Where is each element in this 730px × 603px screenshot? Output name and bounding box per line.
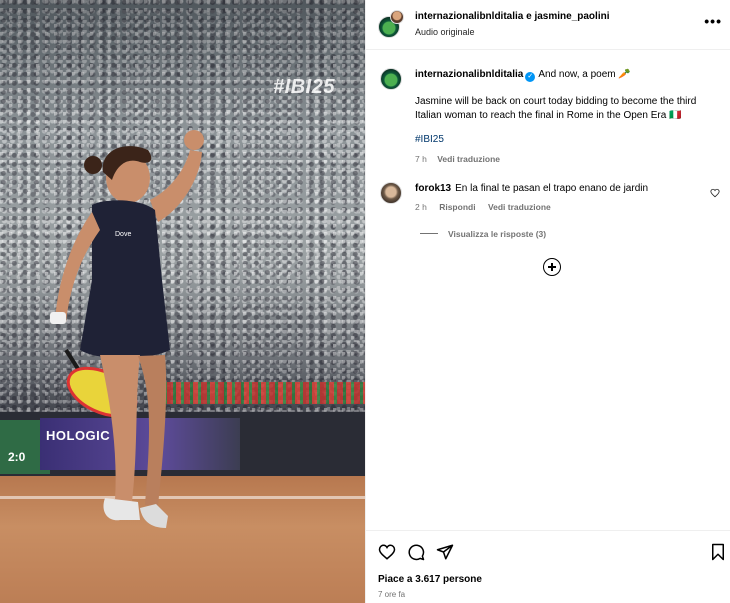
- caption-body: Jasmine will be back on court today bidd…: [415, 96, 697, 121]
- caption-line: internazionalibnlditalia ✓ And now, a poem…: [415, 69, 631, 82]
- likes-count[interactable]: Piace a 3.617 persone: [378, 574, 482, 585]
- more-options-icon[interactable]: •••: [704, 13, 722, 29]
- comment-text: En la final te pasan el trapo enano de j…: [455, 183, 649, 194]
- commenter-avatar[interactable]: [380, 182, 402, 204]
- comment-like-heart-icon[interactable]: [710, 188, 720, 198]
- media-hashtag-overlay: #IBI25: [273, 76, 335, 98]
- comment-username[interactable]: forok13: [415, 183, 451, 194]
- comment-translate-button[interactable]: Vedi traduzione: [488, 202, 551, 212]
- caption-meta: 7 h Vedi traduzione: [415, 154, 508, 164]
- comment-line: forok13 En la final te pasan el trapo ena…: [415, 183, 648, 194]
- comment-meta: 2 h Rispondi Vedi traduzione: [415, 202, 561, 212]
- caption-headline: And now, a poem 🥕: [538, 69, 631, 80]
- share-send-icon[interactable]: [436, 543, 454, 561]
- save-bookmark-icon[interactable]: [709, 543, 727, 561]
- load-more-comments-icon[interactable]: [543, 258, 561, 276]
- caption-hashtag-link[interactable]: #IBI25: [415, 134, 444, 145]
- instagram-post: HOLOGIC 2:0 Dove #IBI25 internazionalibn…: [0, 0, 730, 603]
- comment-bubble-icon[interactable]: [407, 543, 425, 561]
- post-media[interactable]: HOLOGIC 2:0 Dove #IBI25: [0, 0, 365, 603]
- post-time-ago[interactable]: 7 ore fa: [378, 590, 405, 599]
- post-actions: Piace a 3.617 persone 7 ore fa: [366, 530, 730, 603]
- post-authors[interactable]: internazionalibnlditalia e jasmine_paoli…: [415, 11, 610, 22]
- audio-link[interactable]: Audio originale: [415, 27, 475, 37]
- collab-avatar[interactable]: [390, 10, 404, 24]
- caption-username[interactable]: internazionalibnlditalia: [415, 69, 523, 80]
- verified-badge-icon: ✓: [525, 72, 536, 82]
- caption-author-avatar[interactable]: [380, 68, 402, 90]
- svg-text:Dove: Dove: [115, 231, 131, 238]
- caption-time[interactable]: 7 h: [415, 154, 427, 164]
- comment-time[interactable]: 2 h: [415, 202, 427, 212]
- post-side-panel: internazionalibnlditalia e jasmine_paoli…: [365, 0, 730, 603]
- comment-reply-button[interactable]: Rispondi: [439, 202, 475, 212]
- like-heart-icon[interactable]: [378, 543, 396, 561]
- post-header: internazionalibnlditalia e jasmine_paoli…: [366, 0, 730, 50]
- view-replies-label: Visualizza le risposte (3): [448, 229, 547, 239]
- caption-translate-button[interactable]: Vedi traduzione: [437, 154, 500, 164]
- view-replies-button[interactable]: Visualizza le risposte (3): [420, 229, 546, 239]
